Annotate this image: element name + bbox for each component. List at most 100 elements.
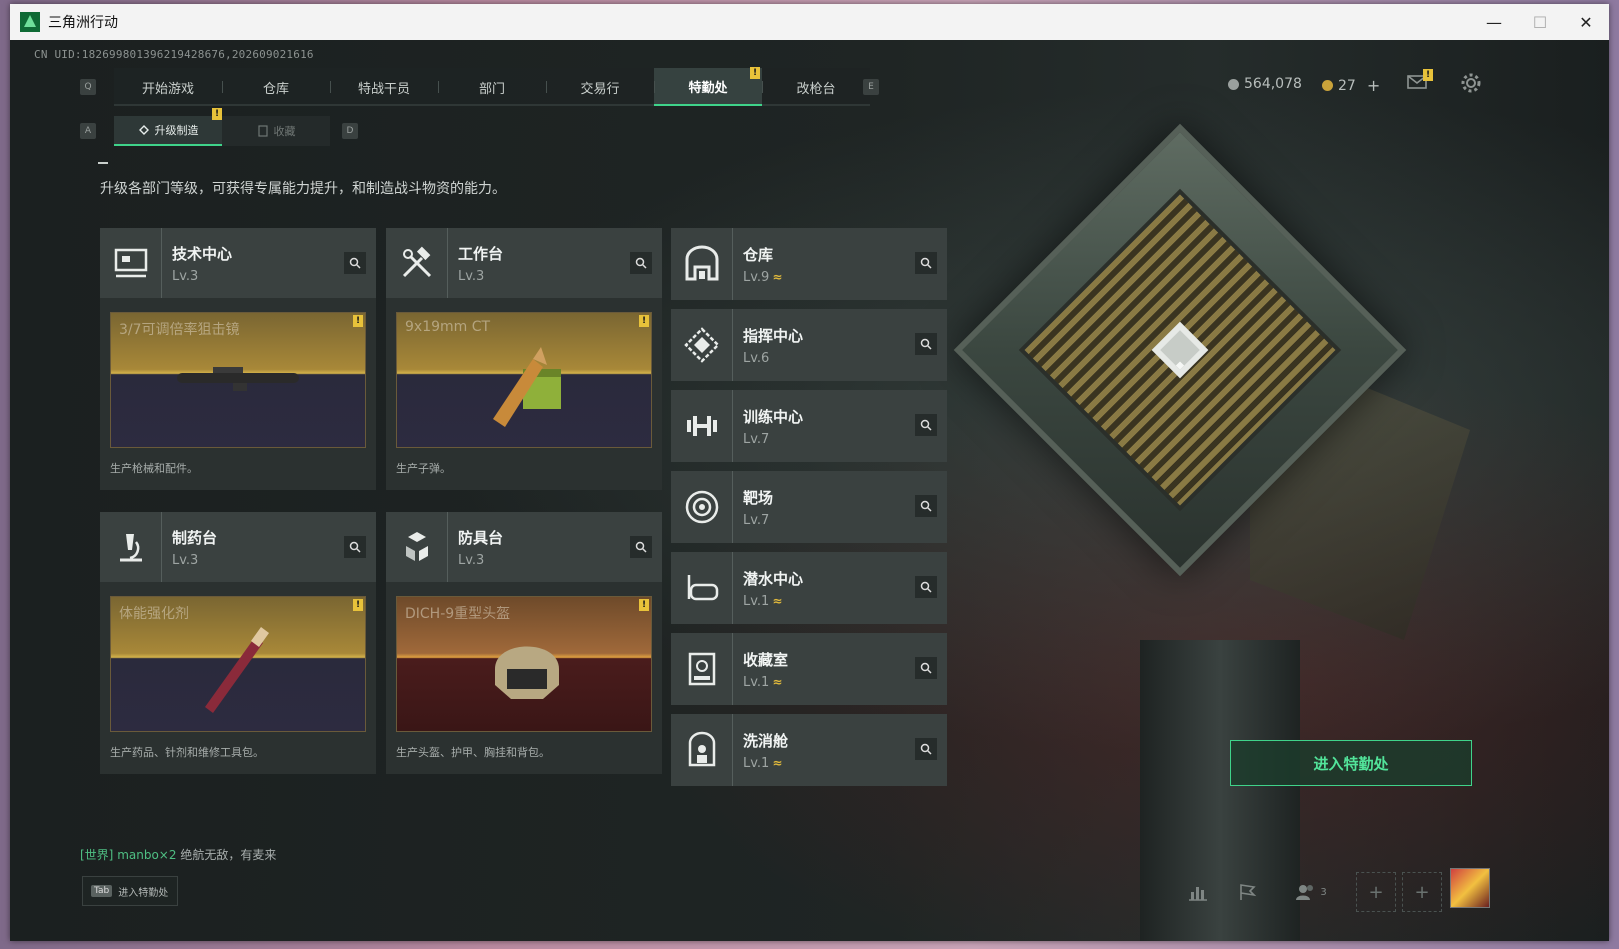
- crafting-preview[interactable]: 9x19mm CT !: [396, 312, 652, 448]
- crafting-badge: !: [353, 599, 363, 611]
- pillar-art: [1140, 640, 1300, 941]
- tab-operators[interactable]: 特战干员: [330, 68, 438, 106]
- subtab-collection[interactable]: 收藏: [222, 116, 330, 146]
- tab-gunsmith[interactable]: 改枪台: [762, 68, 870, 106]
- search-icon: [635, 257, 647, 269]
- collection-room-icon: [671, 633, 733, 705]
- department-card-diving-center[interactable]: 潜水中心 Lv.1 ≈: [671, 552, 947, 624]
- search-icon: [635, 541, 647, 553]
- department-level: Lv.9: [743, 269, 770, 285]
- upgrade-arrow-icon: ≈: [772, 270, 783, 284]
- search-button[interactable]: [915, 333, 937, 355]
- hotkey-a: A: [80, 123, 96, 139]
- department-card-decon-chamber[interactable]: 洗消舱 Lv.1 ≈: [671, 714, 947, 786]
- settings-button[interactable]: [1460, 72, 1482, 98]
- gear-icon: [1461, 73, 1481, 93]
- tab-special-ops[interactable]: 特勤处 !: [654, 67, 762, 106]
- close-button[interactable]: ✕: [1563, 4, 1609, 40]
- chat-user: manbo×2: [117, 848, 177, 862]
- department-name: 指挥中心: [743, 326, 804, 345]
- window-title: 三角洲行动: [48, 15, 118, 31]
- department-description: 生产枪械和配件。: [110, 462, 198, 475]
- hotkey-d: D: [342, 123, 358, 139]
- flag-button[interactable]: [1228, 872, 1268, 912]
- upgrade-arrow-icon: ≈: [772, 675, 783, 689]
- main-nav-tabs: 开始游戏 仓库 特战干员 部门 交易行 特勤处 ! 改枪台: [114, 67, 870, 106]
- search-button[interactable]: [915, 657, 937, 679]
- tab-start-game[interactable]: 开始游戏: [114, 68, 222, 106]
- search-button[interactable]: [915, 576, 937, 598]
- department-card-training-center[interactable]: 训练中心 Lv.7: [671, 390, 947, 462]
- crafting-preview[interactable]: 体能强化剂 !: [110, 596, 366, 732]
- tab-warehouse[interactable]: 仓库: [222, 68, 330, 106]
- tab-hint[interactable]: Tab 进入特勤处: [82, 876, 178, 906]
- department-name: 收藏室: [743, 650, 789, 669]
- bar-chart-icon: [1189, 887, 1207, 901]
- department-name: 制药台: [172, 528, 218, 547]
- mail-button[interactable]: !: [1407, 69, 1433, 92]
- world-chat-line[interactable]: [世界] manbo×2 绝航无敌，有麦来: [80, 846, 276, 863]
- department-level: Lv.7: [743, 431, 770, 447]
- crafting-item-name: 3/7可调倍率狙击镜: [119, 322, 240, 338]
- search-button[interactable]: [915, 738, 937, 760]
- add-squad-slot-2[interactable]: +: [1402, 872, 1442, 912]
- friends-button[interactable]: 3: [1286, 872, 1336, 912]
- crafting-preview[interactable]: 3/7可调倍率狙击镜 !: [110, 312, 366, 448]
- department-card-armor-bench[interactable]: 防具台 Lv.3 DICH-9重型头盔 ! 生产头盔、护甲、胸挂和背包。: [386, 512, 662, 774]
- stats-button[interactable]: [1178, 872, 1218, 912]
- player-avatar[interactable]: [1450, 868, 1490, 908]
- department-description: 生产子弹。: [396, 462, 451, 475]
- enter-special-ops-button[interactable]: 进入特勤处: [1230, 740, 1472, 786]
- department-card-workbench[interactable]: 工作台 Lv.3 9x19mm CT ! 生产子弹。: [386, 228, 662, 490]
- search-icon: [920, 500, 932, 512]
- flag-icon: [1240, 884, 1257, 900]
- decon-chamber-icon: [671, 714, 733, 786]
- search-icon: [920, 743, 932, 755]
- crafting-badge: !: [639, 599, 649, 611]
- crafting-badge: !: [353, 315, 363, 327]
- department-level: Lv.3: [172, 552, 199, 568]
- subtab-upgrade-craft[interactable]: 升级制造 !: [114, 108, 222, 146]
- search-button[interactable]: [915, 495, 937, 517]
- search-button[interactable]: [344, 536, 366, 558]
- collection-icon: [257, 125, 268, 137]
- department-card-collection-room[interactable]: 收藏室 Lv.1 ≈: [671, 633, 947, 705]
- uid-text: CN UID:18269980139621942867​6,2026090216…: [34, 48, 314, 61]
- crafting-preview[interactable]: DICH-9重型头盔 !: [396, 596, 652, 732]
- maximize-button[interactable]: ☐: [1517, 4, 1563, 40]
- search-button[interactable]: [630, 536, 652, 558]
- department-card-warehouse[interactable]: 仓库 Lv.9 ≈: [671, 228, 947, 300]
- card-header: 工作台 Lv.3: [386, 228, 662, 298]
- dumbbell-icon: [671, 390, 733, 462]
- department-card-shooting-range[interactable]: 靶场 Lv.7: [671, 471, 947, 543]
- department-name: 洗消舱: [743, 731, 789, 750]
- search-button[interactable]: [630, 252, 652, 274]
- search-button[interactable]: [915, 252, 937, 274]
- department-card-pharmacy[interactable]: 制药台 Lv.3 体能强化剂 ! 生产药品、针剂和维修工具包。: [100, 512, 376, 774]
- department-name: 靶场: [743, 488, 774, 507]
- add-ticket-button[interactable]: +: [1367, 76, 1380, 95]
- subtab-upgrade-craft-label: 升级制造: [154, 124, 199, 137]
- department-name: 潜水中心: [743, 569, 804, 588]
- subtab-collection-label: 收藏: [273, 125, 296, 138]
- subtab-badge: !: [212, 108, 222, 120]
- minimize-button[interactable]: —: [1471, 4, 1517, 40]
- friends-count: 3: [1320, 886, 1327, 898]
- tab-trading[interactable]: 交易行: [546, 68, 654, 106]
- search-icon: [349, 541, 361, 553]
- department-card-command-center[interactable]: 指挥中心 Lv.6: [671, 309, 947, 381]
- tab-department[interactable]: 部门: [438, 68, 546, 106]
- warehouse-icon: [671, 228, 733, 300]
- search-button[interactable]: [915, 414, 937, 436]
- search-button[interactable]: [344, 252, 366, 274]
- mail-badge: !: [1423, 69, 1433, 81]
- microscope-icon: [100, 512, 162, 582]
- cube-ring: [1018, 188, 1342, 512]
- department-level: Lv.1: [743, 674, 770, 690]
- card-header: 制药台 Lv.3: [100, 512, 376, 582]
- department-card-tech-center[interactable]: 技术中心 Lv.3 3/7可调倍率狙击镜 ! 生产枪械和配件。: [100, 228, 376, 490]
- game-viewport: CN UID:18269980139621942867​6,2026090216…: [10, 40, 1609, 941]
- add-squad-slot-1[interactable]: +: [1356, 872, 1396, 912]
- department-level: Lv.1: [743, 593, 770, 609]
- department-name: 仓库: [743, 245, 774, 264]
